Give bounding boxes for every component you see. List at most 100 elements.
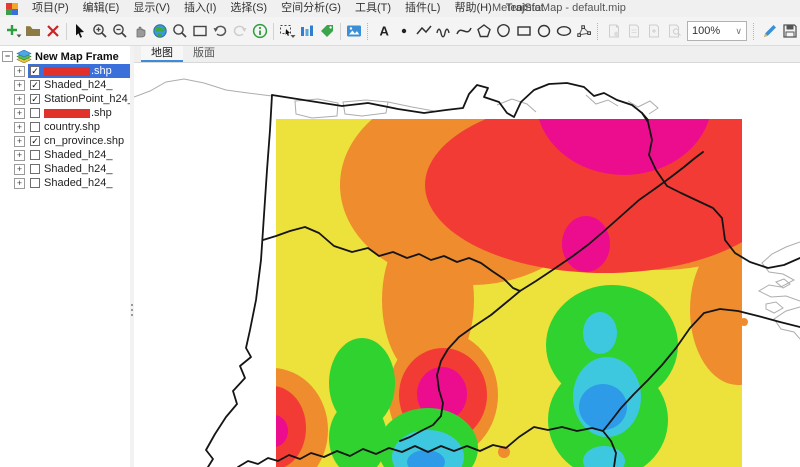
- layer-visibility-checkbox[interactable]: [30, 150, 40, 160]
- layer-label: country.shp: [44, 121, 100, 133]
- zoom-to-layer-button[interactable]: [170, 20, 190, 42]
- menu-item[interactable]: 空间分析(G): [274, 0, 348, 17]
- map-frame-node[interactable]: − New Map Frame: [0, 49, 130, 64]
- view-tabbar: 地图版面: [134, 46, 800, 63]
- remove-icon: [44, 22, 62, 40]
- view-tab[interactable]: 地图: [141, 46, 183, 62]
- measure-button[interactable]: [297, 20, 317, 42]
- open-project-button[interactable]: [23, 20, 43, 42]
- layer-row[interactable]: +✓cn_province.shp: [0, 134, 130, 148]
- measure-icon: [298, 22, 316, 40]
- identify-info-icon: [251, 22, 269, 40]
- svg-text:A: A: [380, 24, 390, 39]
- expand-icon[interactable]: +: [14, 108, 25, 119]
- pan-button[interactable]: [130, 20, 150, 42]
- select-element-button[interactable]: [70, 20, 90, 42]
- layer-visibility-checkbox[interactable]: [30, 178, 40, 188]
- layer-row[interactable]: +Shaded_h24_: [0, 162, 130, 176]
- new-ellipse-button[interactable]: [554, 20, 574, 42]
- layout-export-button: [604, 20, 624, 42]
- collapse-icon[interactable]: −: [2, 51, 13, 62]
- remove-layer-button[interactable]: [43, 20, 63, 42]
- menu-item[interactable]: 项目(P): [25, 0, 76, 17]
- expand-icon[interactable]: +: [14, 66, 25, 77]
- layer-visibility-checkbox[interactable]: [30, 108, 40, 118]
- menu-item[interactable]: 显示(V): [126, 0, 177, 17]
- menu-item[interactable]: 插入(I): [177, 0, 223, 17]
- new-curve-polygon-button[interactable]: [494, 20, 514, 42]
- map-canvas[interactable]: [134, 63, 800, 467]
- layer-visibility-checkbox[interactable]: ✓: [30, 66, 40, 76]
- page-zoom-out-icon: [665, 22, 683, 40]
- expand-icon[interactable]: +: [14, 80, 25, 91]
- layer-row[interactable]: +Shaded_h24_: [0, 176, 130, 190]
- menu-item[interactable]: 插件(L): [398, 0, 447, 17]
- add-image-button[interactable]: [344, 20, 364, 42]
- ellipse-tool-icon: [555, 22, 573, 40]
- expand-icon[interactable]: +: [14, 150, 25, 161]
- new-curve-button[interactable]: [454, 20, 474, 42]
- select-rect-icon: [278, 22, 296, 40]
- layer-row[interactable]: +✓Shaded_h24_: [0, 78, 130, 92]
- layer-row-body[interactable]: Shaded_h24_: [28, 162, 130, 176]
- zoom-out-button[interactable]: [110, 20, 130, 42]
- toolbar-grip: [753, 23, 757, 40]
- layer-row-body[interactable]: ✓StationPoint_h24_: [28, 92, 134, 106]
- layer-row-body[interactable]: ✓Shaded_h24_: [28, 78, 130, 92]
- layout-zoom-in-button: [644, 20, 664, 42]
- select-features-button[interactable]: [277, 20, 297, 42]
- layer-label: .shp: [44, 65, 112, 77]
- zoom-to-extent-button[interactable]: [190, 20, 210, 42]
- new-polyline-button[interactable]: [414, 20, 434, 42]
- new-freehand-button[interactable]: [434, 20, 454, 42]
- layer-row-body[interactable]: ✓cn_province.shp: [28, 134, 130, 148]
- edit-vertices-button[interactable]: [574, 20, 594, 42]
- layer-visibility-checkbox[interactable]: [30, 122, 40, 132]
- zoom-in-button[interactable]: [90, 20, 110, 42]
- expand-icon[interactable]: +: [14, 94, 25, 105]
- layer-row-body[interactable]: country.shp: [28, 120, 130, 134]
- menu-item[interactable]: 选择(S): [223, 0, 274, 17]
- edit-layer-button[interactable]: [760, 20, 780, 42]
- layer-visibility-checkbox[interactable]: ✓: [30, 94, 40, 104]
- expand-icon[interactable]: +: [14, 136, 25, 147]
- layer-row-body[interactable]: Shaded_h24_: [28, 176, 130, 190]
- window-title: MeteoInfoMap - default.mip: [492, 0, 626, 17]
- identify-button[interactable]: [250, 20, 270, 42]
- redo-arrow-icon: [231, 22, 249, 40]
- layer-row[interactable]: + ✓ .shp: [0, 64, 130, 78]
- expand-icon[interactable]: +: [14, 178, 25, 189]
- expand-icon[interactable]: +: [14, 122, 25, 133]
- layer-row-body[interactable]: .shp: [28, 106, 130, 120]
- label-button[interactable]: [317, 20, 337, 42]
- layer-row[interactable]: +.shp: [0, 106, 130, 120]
- view-tab[interactable]: 版面: [183, 46, 225, 62]
- save-project-button[interactable]: [780, 20, 800, 42]
- expand-icon[interactable]: +: [14, 164, 25, 175]
- zoom-previous-button[interactable]: [210, 20, 230, 42]
- zoom-level-value: 100%: [692, 25, 720, 37]
- layer-row[interactable]: +Shaded_h24_: [0, 148, 130, 162]
- layer-row-body-selected[interactable]: ✓ .shp: [28, 64, 130, 78]
- zoom-out-icon: [111, 22, 129, 40]
- new-polygon-button[interactable]: [474, 20, 494, 42]
- zoom-level-combo[interactable]: 100%∨: [687, 21, 747, 41]
- new-point-button[interactable]: [394, 20, 414, 42]
- layer-visibility-checkbox[interactable]: [30, 164, 40, 174]
- layer-row-body[interactable]: Shaded_h24_: [28, 148, 130, 162]
- full-extent-button[interactable]: [150, 20, 170, 42]
- menu-item[interactable]: 工具(T): [348, 0, 398, 17]
- pan-hand-icon: [131, 22, 149, 40]
- menu-item[interactable]: 编辑(E): [76, 0, 127, 17]
- new-rectangle-button[interactable]: [514, 20, 534, 42]
- image-icon: [345, 22, 363, 40]
- edit-vertices-icon: [575, 22, 593, 40]
- zoom-next-button: [230, 20, 250, 42]
- layer-row[interactable]: + country.shp: [0, 120, 130, 134]
- new-text-button[interactable]: A: [374, 20, 394, 42]
- new-circle-button[interactable]: [534, 20, 554, 42]
- layer-visibility-checkbox[interactable]: ✓: [30, 136, 40, 146]
- layer-row[interactable]: +✓StationPoint_h24_: [0, 92, 130, 106]
- add-layer-button[interactable]: [3, 20, 23, 42]
- layer-visibility-checkbox[interactable]: ✓: [30, 80, 40, 90]
